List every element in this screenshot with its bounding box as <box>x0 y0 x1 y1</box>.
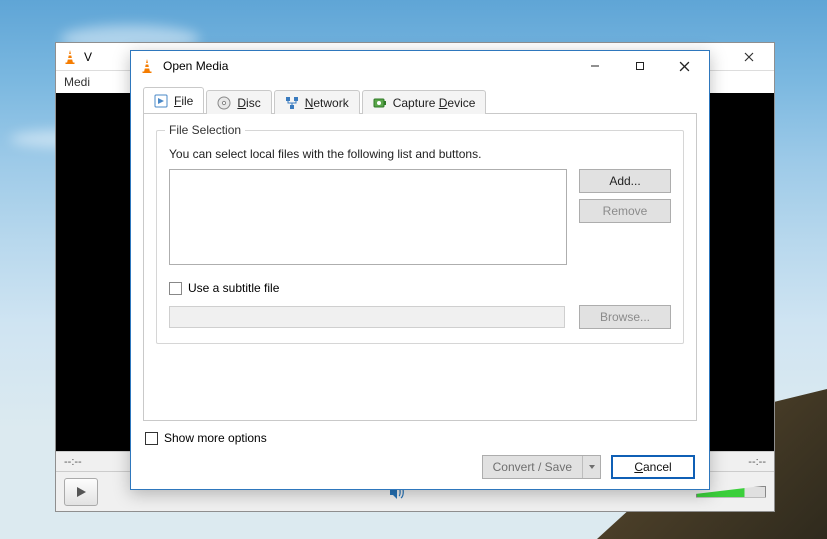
open-media-dialog: Open Media File <box>130 50 710 490</box>
vlc-cone-icon <box>139 58 155 74</box>
tab-network[interactable]: Network <box>274 90 360 114</box>
tab-capture-label: Capture Device <box>393 96 476 110</box>
file-list[interactable] <box>169 169 567 265</box>
close-button[interactable] <box>662 52 707 80</box>
dialog-title: Open Media <box>163 59 228 73</box>
minimize-button[interactable] <box>572 52 617 80</box>
convert-save-label: Convert / Save <box>483 460 582 474</box>
time-elapsed: --:-- <box>64 456 82 468</box>
play-icon <box>75 486 87 498</box>
vlc-cone-icon <box>62 49 78 65</box>
tab-file-label: File <box>174 94 193 108</box>
vlc-menu-media[interactable]: Medi <box>64 75 90 89</box>
cancel-button[interactable]: Cancel <box>611 455 695 479</box>
subtitle-checkbox[interactable] <box>169 282 182 295</box>
time-total: --:-- <box>748 456 766 468</box>
tab-network-label: Network <box>305 96 349 110</box>
add-button-label: Add... <box>609 174 640 188</box>
network-tab-icon <box>285 96 299 110</box>
remove-button[interactable]: Remove <box>579 199 671 223</box>
maximize-icon <box>635 61 645 71</box>
dialog-titlebar[interactable]: Open Media <box>131 51 709 81</box>
browse-button-label: Browse... <box>600 310 650 324</box>
tab-file[interactable]: File <box>143 87 204 113</box>
cancel-button-label: Cancel <box>634 460 671 474</box>
file-selection-group-title: File Selection <box>165 123 245 137</box>
tab-disc[interactable]: Disc <box>206 90 271 114</box>
vlc-window-title: V <box>84 50 92 64</box>
remove-button-label: Remove <box>603 204 648 218</box>
convert-save-dropdown[interactable] <box>582 456 600 478</box>
chevron-down-icon <box>588 463 596 471</box>
maximize-button[interactable] <box>617 52 662 80</box>
capture-tab-icon <box>373 96 387 110</box>
subtitle-path-input <box>169 306 565 328</box>
tab-page-file: File Selection You can select local file… <box>143 113 697 421</box>
subtitle-checkbox-label: Use a subtitle file <box>188 281 279 295</box>
desktop-wallpaper: V Medi --:-- --:-- Open Media <box>0 0 827 539</box>
play-button[interactable] <box>64 478 98 506</box>
show-more-options-checkbox[interactable] <box>145 432 158 445</box>
tab-capture-device[interactable]: Capture Device <box>362 90 487 114</box>
browse-subtitle-button[interactable]: Browse... <box>579 305 671 329</box>
file-selection-hint: You can select local files with the foll… <box>169 147 671 161</box>
file-tab-icon <box>154 94 168 108</box>
file-selection-group: File Selection You can select local file… <box>156 130 684 344</box>
vlc-close-button[interactable] <box>730 47 768 67</box>
tab-strip: File Disc Network Capture Device <box>143 87 697 113</box>
minimize-icon <box>590 61 600 71</box>
show-more-options-label: Show more options <box>164 431 267 445</box>
tab-disc-label: Disc <box>237 96 260 110</box>
close-icon <box>679 61 690 72</box>
disc-tab-icon <box>217 96 231 110</box>
convert-save-button[interactable]: Convert / Save <box>482 455 601 479</box>
add-button[interactable]: Add... <box>579 169 671 193</box>
close-icon <box>744 52 754 62</box>
